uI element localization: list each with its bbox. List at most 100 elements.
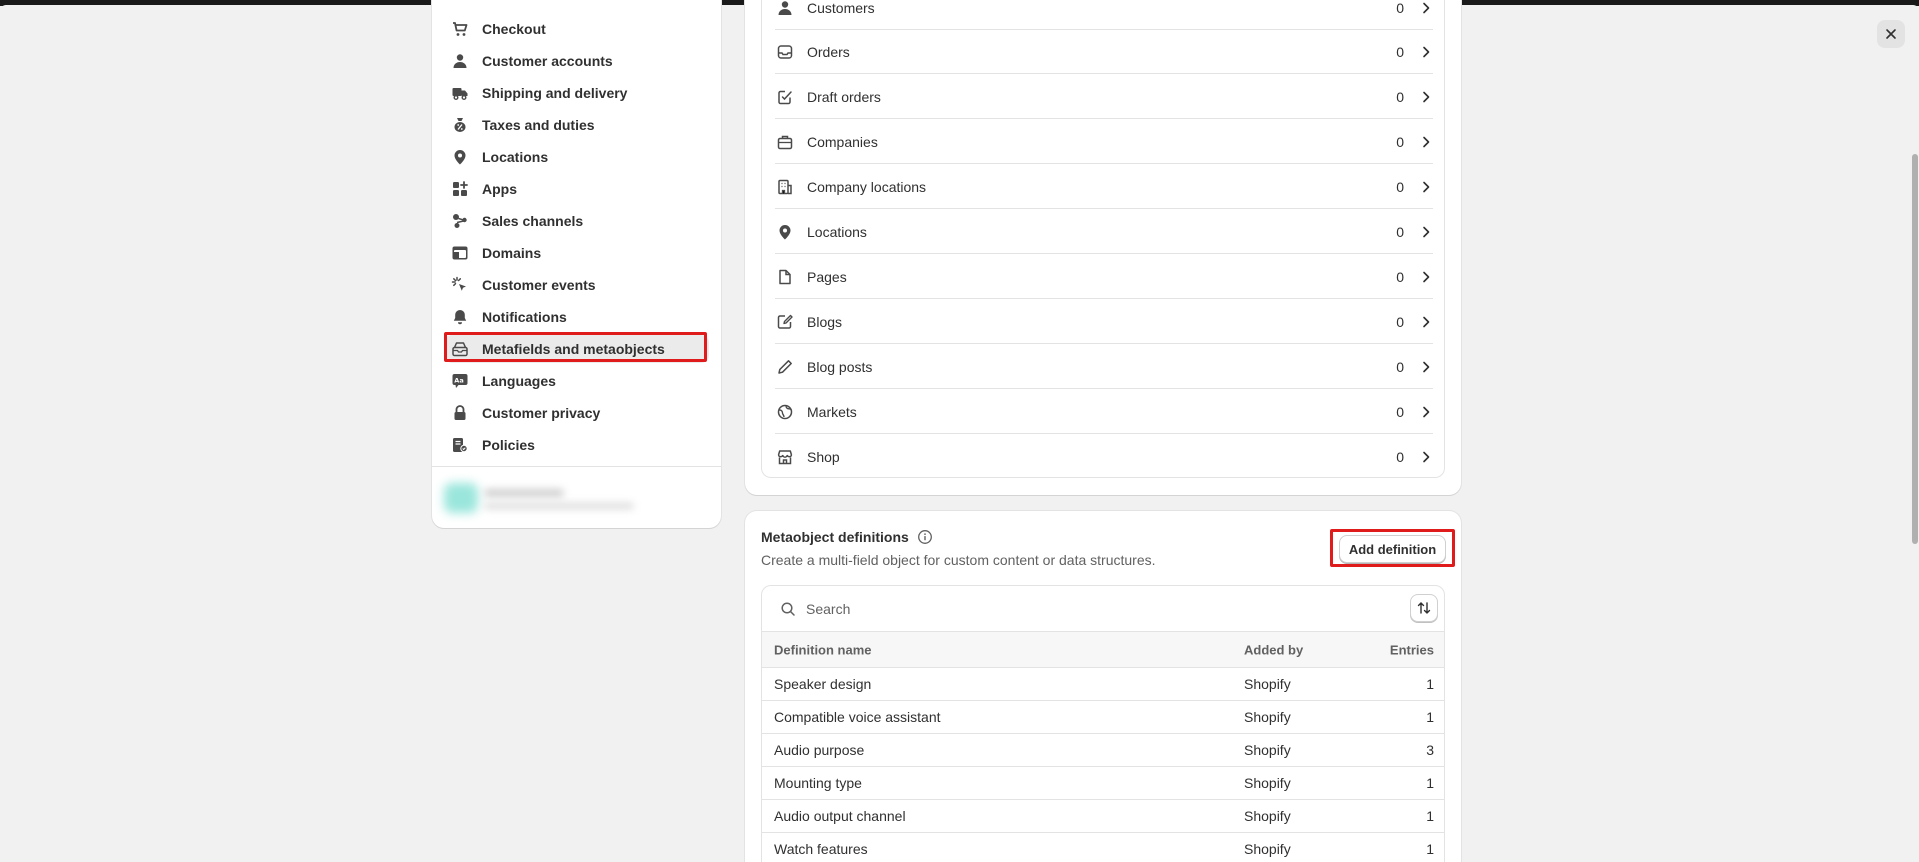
table-row[interactable]: Watch features Shopify 1: [762, 833, 1444, 862]
lock-icon: [450, 403, 470, 423]
chevron-right-icon: [1418, 404, 1434, 420]
sidebar-item-label: Domains: [482, 245, 542, 261]
sidebar-item-label: Policies: [482, 437, 535, 453]
sidebar-item-taxes-and-duties[interactable]: Taxes and duties: [444, 111, 709, 139]
metafield-resource-label: Markets: [807, 403, 857, 420]
column-header-name[interactable]: Definition name: [774, 642, 872, 657]
metafield-row-blogs[interactable]: Blogs 0: [762, 299, 1444, 344]
metafield-resource-label: Draft orders: [807, 88, 881, 105]
table-row[interactable]: Speaker design Shopify 1: [762, 668, 1444, 701]
metafield-count: 0: [1396, 313, 1404, 330]
entries-cell: 1: [1426, 808, 1434, 824]
metafield-count: 0: [1396, 223, 1404, 240]
chevron-right-icon: [1418, 269, 1434, 285]
sidebar-item-label: Locations: [482, 149, 549, 165]
sidebar-item-label: Shipping and delivery: [482, 85, 628, 101]
inbox-icon: [775, 42, 795, 62]
metafield-row-orders[interactable]: Orders 0: [762, 29, 1444, 74]
svg-text:Aa: Aa: [454, 377, 463, 385]
entries-cell: 1: [1426, 841, 1434, 857]
metafield-count: 0: [1396, 448, 1404, 465]
metafield-row-draft-orders[interactable]: Draft orders 0: [762, 74, 1444, 119]
apps-icon: [450, 179, 470, 199]
search-icon: [780, 601, 796, 617]
metafield-row-locations[interactable]: Locations 0: [762, 209, 1444, 254]
close-icon: [1884, 27, 1898, 41]
definition-name-cell: Mounting type: [774, 775, 862, 791]
page-scrollbar-thumb[interactable]: [1912, 154, 1918, 544]
table-header: Definition name Added by Entries: [762, 631, 1444, 668]
tax-icon: [450, 115, 470, 135]
column-header-entries[interactable]: Entries: [1390, 642, 1434, 657]
metafield-row-pages[interactable]: Pages 0: [762, 254, 1444, 299]
metafields-icon: [450, 339, 470, 359]
blog-icon: [775, 312, 795, 332]
sidebar-item-notifications[interactable]: Notifications: [444, 303, 709, 331]
added-by-cell: Shopify: [1244, 742, 1291, 758]
chevron-right-icon: [1418, 0, 1434, 16]
entries-cell: 3: [1426, 742, 1434, 758]
metafield-count: 0: [1396, 178, 1404, 195]
sidebar-item-languages[interactable]: Aa Languages: [444, 367, 709, 395]
metafield-count: 0: [1396, 403, 1404, 420]
store-switcher[interactable]: [442, 477, 652, 517]
metaobject-title-row: Metaobject definitions: [761, 529, 933, 545]
chevron-right-icon: [1418, 314, 1434, 330]
sidebar-item-sales-channels[interactable]: Sales channels: [444, 207, 709, 235]
store-name-blurred: [484, 489, 564, 497]
metafield-resource-label: Shop: [807, 448, 840, 465]
metafield-row-markets[interactable]: Markets 0: [762, 389, 1444, 434]
metafield-count: 0: [1396, 268, 1404, 285]
sidebar-item-customer-events[interactable]: Customer events: [444, 271, 709, 299]
table-row[interactable]: Audio output channel Shopify 1: [762, 800, 1444, 833]
metafield-row-customers[interactable]: Customers 0: [762, 0, 1444, 30]
metafield-row-company-locations[interactable]: Company locations 0: [762, 164, 1444, 209]
metafield-resource-label: Customers: [807, 0, 875, 16]
definition-name-cell: Compatible voice assistant: [774, 709, 941, 725]
sidebar-item-label: Taxes and duties: [482, 117, 595, 133]
close-settings-button[interactable]: [1877, 20, 1905, 48]
sidebar-item-checkout[interactable]: Checkout: [444, 15, 709, 43]
building-icon: [775, 177, 795, 197]
page-icon: [775, 267, 795, 287]
added-by-cell: Shopify: [1244, 676, 1291, 692]
chevron-right-icon: [1418, 89, 1434, 105]
sidebar-item-shipping-and-delivery[interactable]: Shipping and delivery: [444, 79, 709, 107]
cart-icon: [450, 19, 470, 39]
metafield-resource-list: Customers 0 Orders 0 Draft orders 0 Companies 0…: [761, 0, 1445, 478]
chevron-right-icon: [1418, 449, 1434, 465]
metafield-row-shop[interactable]: Shop 0: [762, 434, 1444, 477]
metafield-count: 0: [1396, 358, 1404, 375]
sidebar-item-label: Languages: [482, 373, 556, 389]
added-by-cell: Shopify: [1244, 775, 1291, 791]
metafield-resource-label: Locations: [807, 223, 867, 240]
metafield-row-companies[interactable]: Companies 0: [762, 119, 1444, 164]
sidebar-item-locations[interactable]: Locations: [444, 143, 709, 171]
table-row[interactable]: Compatible voice assistant Shopify 1: [762, 701, 1444, 734]
sidebar-item-customer-accounts[interactable]: Customer accounts: [444, 47, 709, 75]
table-row[interactable]: Audio purpose Shopify 3: [762, 734, 1444, 767]
metafield-count: 0: [1396, 133, 1404, 150]
sidebar-item-label: Customer events: [482, 277, 596, 293]
sidebar-item-metafields-and-metaobjects[interactable]: Metafields and metaobjects: [444, 335, 709, 363]
globe-window-icon: [450, 243, 470, 263]
sidebar-item-policies[interactable]: Policies: [444, 431, 709, 459]
column-header-added-by[interactable]: Added by: [1244, 642, 1303, 657]
add-definition-button[interactable]: Add definition: [1339, 535, 1446, 563]
sidebar-item-domains[interactable]: Domains: [444, 239, 709, 267]
person-icon: [450, 51, 470, 71]
metafield-row-blog-posts[interactable]: Blog posts 0: [762, 344, 1444, 389]
added-by-cell: Shopify: [1244, 808, 1291, 824]
info-icon[interactable]: [917, 529, 933, 545]
location-pin-icon: [775, 222, 795, 242]
company-icon: [775, 132, 795, 152]
sidebar-item-apps[interactable]: Apps: [444, 175, 709, 203]
chevron-right-icon: [1418, 134, 1434, 150]
sort-button[interactable]: [1410, 594, 1438, 622]
metaobject-description: Create a multi-field object for custom c…: [761, 552, 1156, 568]
sidebar-item-customer-privacy[interactable]: Customer privacy: [444, 399, 709, 427]
sidebar-divider: [432, 466, 721, 467]
table-row[interactable]: Mounting type Shopify 1: [762, 767, 1444, 800]
added-by-cell: Shopify: [1244, 709, 1291, 725]
search-input[interactable]: [806, 600, 1386, 617]
